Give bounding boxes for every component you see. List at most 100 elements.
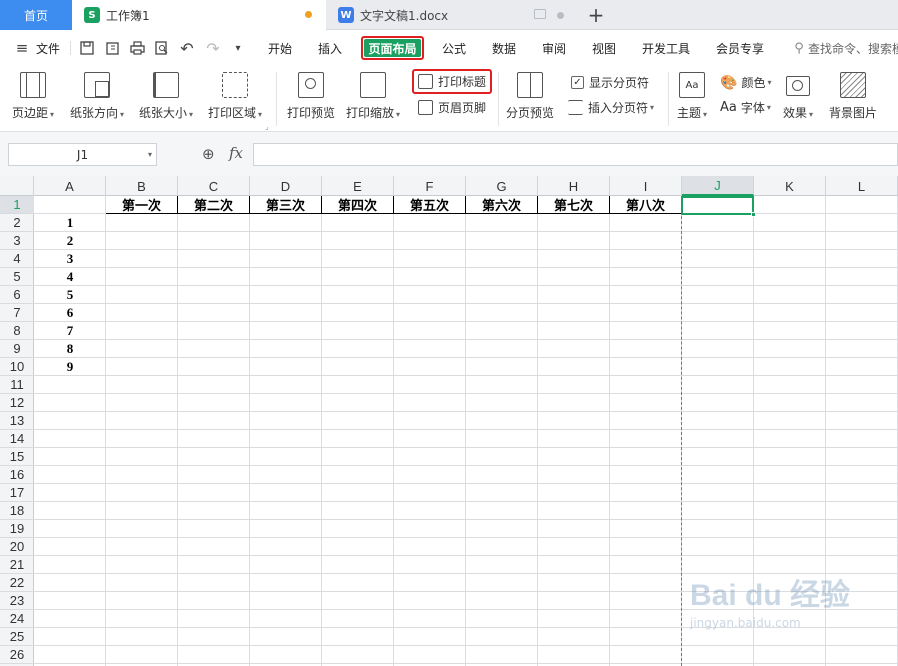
cell-a10[interactable]: 9 [34,358,106,376]
select-all-corner[interactable] [0,176,34,196]
column-header-k[interactable]: K [754,176,826,196]
menu-start[interactable]: 开始 [268,40,292,57]
header-cell[interactable]: 第三次 [250,196,322,214]
cell-a5[interactable]: 4 [34,268,106,286]
row-header-2[interactable]: 2 [0,214,34,232]
fx-icon[interactable]: fx [229,144,243,162]
hamburger-menu-icon[interactable]: ≡ [13,39,31,57]
print-preview-icon[interactable] [153,39,171,57]
menu-developer[interactable]: 开发工具 [642,40,690,57]
background-image-button[interactable]: 背景图片 [829,72,877,121]
cell-a3[interactable]: 2 [34,232,106,250]
header-cell[interactable]: 第二次 [178,196,250,214]
redo-icon[interactable]: ↷ [204,39,222,58]
selected-cell-j1[interactable] [681,196,756,217]
row-header-17[interactable]: 17 [0,484,34,502]
column-header-f[interactable]: F [394,176,466,196]
tab-close-dot-icon[interactable] [557,12,564,19]
theme-button[interactable]: Aa 主题 ▾ [677,72,707,121]
new-tab-button[interactable]: + [584,2,608,28]
print-area-button[interactable]: 打印区域 ▾ [208,72,262,121]
row-header-9[interactable]: 9 [0,340,34,358]
show-page-breaks-checkbox[interactable]: ✓ 显示分页符 [571,74,649,91]
undo-icon[interactable]: ↶ [178,39,196,58]
cell-a7[interactable]: 6 [34,304,106,322]
dialog-launcher-icon[interactable]: ⌟ [265,122,269,131]
insert-page-break-button[interactable]: 插入分页符 ▾ [568,99,654,116]
chevron-down-icon[interactable]: ▾ [229,39,247,57]
menu-page-layout[interactable]: 页面布局 [361,36,424,60]
zoom-magnifier-icon[interactable]: ⊕ [202,145,215,163]
cell-a6[interactable]: 5 [34,286,106,304]
row-header-18[interactable]: 18 [0,502,34,520]
cell-a2[interactable]: 1 [34,214,106,232]
fonts-button[interactable]: Aa 字体 ▾ [720,99,771,116]
column-header-h[interactable]: H [538,176,610,196]
menu-formula[interactable]: 公式 [442,40,466,57]
header-cell[interactable]: 第七次 [538,196,610,214]
header-cell[interactable]: 第六次 [466,196,538,214]
save-icon[interactable] [78,39,96,57]
row-header-1[interactable]: 1 [0,196,34,214]
row-header-20[interactable]: 20 [0,538,34,556]
print-icon[interactable] [128,39,146,57]
print-titles-button[interactable]: 打印标题 [412,69,492,94]
column-header-e[interactable]: E [322,176,394,196]
row-header-19[interactable]: 19 [0,520,34,538]
cell-a8[interactable]: 7 [34,322,106,340]
header-footer-button[interactable]: 页眉页脚 [418,99,486,116]
row-header-6[interactable]: 6 [0,286,34,304]
menu-review[interactable]: 审阅 [542,40,566,57]
header-cell[interactable]: 第四次 [322,196,394,214]
row-header-25[interactable]: 25 [0,628,34,646]
tab-document[interactable]: W 文字文稿1.docx [326,0,578,30]
colors-button[interactable]: 🎨 颜色 ▾ [720,74,771,91]
print-preview-button[interactable]: 打印预览 [287,72,335,121]
row-header-26[interactable]: 26 [0,646,34,664]
tab-home[interactable]: 首页 [0,0,72,30]
column-header-j[interactable]: J [682,176,754,196]
row-header-4[interactable]: 4 [0,250,34,268]
header-cell[interactable]: 第五次 [394,196,466,214]
formula-input[interactable] [253,143,898,166]
screen-icon[interactable] [534,9,546,19]
header-cell[interactable]: 第八次 [610,196,682,214]
name-box[interactable]: J1 ▾ [8,143,157,166]
row-header-23[interactable]: 23 [0,592,34,610]
row-header-14[interactable]: 14 [0,430,34,448]
row-header-5[interactable]: 5 [0,268,34,286]
row-header-24[interactable]: 24 [0,610,34,628]
row-header-15[interactable]: 15 [0,448,34,466]
menu-insert[interactable]: 插入 [318,40,342,57]
menu-data[interactable]: 数据 [492,40,516,57]
column-header-l[interactable]: L [826,176,898,196]
paper-size-button[interactable]: 纸张大小 ▾ [139,72,193,121]
column-header-i[interactable]: I [610,176,682,196]
page-break-preview-button[interactable]: 分页预览 [506,72,554,121]
search-command-input[interactable]: 查找命令、搜索模 [808,40,898,57]
column-header-g[interactable]: G [466,176,538,196]
menu-member[interactable]: 会员专享 [716,40,764,57]
header-cell[interactable]: 第一次 [106,196,178,214]
row-header-7[interactable]: 7 [0,304,34,322]
chevron-down-icon[interactable]: ▾ [148,150,152,159]
column-header-d[interactable]: D [250,176,322,196]
file-menu[interactable]: 文件 [36,40,60,57]
row-header-12[interactable]: 12 [0,394,34,412]
export-pdf-icon[interactable] [104,39,122,57]
cell-a9[interactable]: 8 [34,340,106,358]
print-scale-button[interactable]: 打印缩放 ▾ [346,72,400,121]
menu-view[interactable]: 视图 [592,40,616,57]
margins-button[interactable]: 页边距 ▾ [12,72,54,121]
orientation-button[interactable]: 纸张方向 ▾ [70,72,124,121]
cell-a4[interactable]: 3 [34,250,106,268]
row-header-10[interactable]: 10 [0,358,34,376]
row-header-16[interactable]: 16 [0,466,34,484]
row-header-22[interactable]: 22 [0,574,34,592]
column-header-b[interactable]: B [106,176,178,196]
column-header-a[interactable]: A [34,176,106,196]
row-header-13[interactable]: 13 [0,412,34,430]
tab-workbook[interactable]: S 工作簿1 [72,0,326,30]
row-header-21[interactable]: 21 [0,556,34,574]
row-header-8[interactable]: 8 [0,322,34,340]
